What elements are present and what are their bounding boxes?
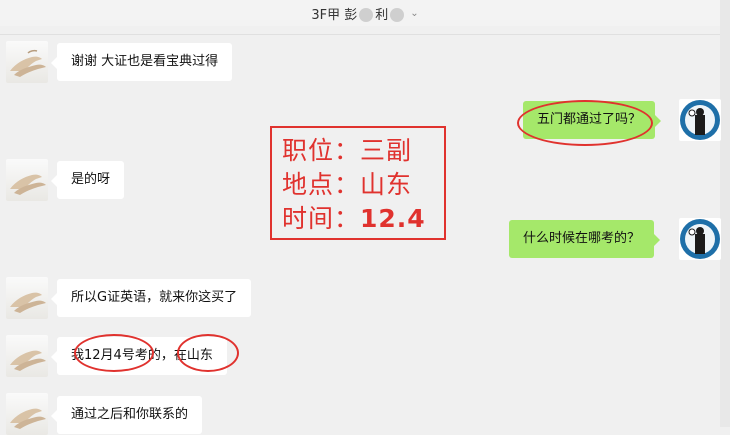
profile-badge-icon: [680, 100, 720, 140]
contact-avatar[interactable]: [6, 159, 48, 201]
annotation-value: 12.4: [360, 204, 426, 233]
annotation-value: 三副: [360, 136, 413, 165]
hands-icon: [10, 49, 46, 77]
message-bubble-incoming[interactable]: 所以G证英语，就来你这买了: [50, 279, 252, 317]
chat-title: 3F甲 彭 利: [311, 4, 406, 23]
contact-avatar[interactable]: [6, 41, 48, 83]
message-text: 五门都通过了吗？: [537, 112, 642, 127]
annotation-line-time: 时间：12.4: [282, 202, 434, 236]
chevron-down-icon[interactable]: ⌄: [410, 8, 418, 19]
message-bubble-incoming[interactable]: 是的呀: [50, 161, 125, 199]
hands-icon: [10, 292, 46, 313]
annotation-label: 职位：: [282, 136, 361, 165]
message-text: 通过之后和你联系的: [71, 407, 189, 422]
chat-header[interactable]: 3F甲 彭 利 ⌄: [0, 0, 730, 26]
message-text: 什么时候在哪考的？: [523, 231, 641, 246]
hands-icon: [10, 174, 46, 195]
message-bubble-incoming[interactable]: 通过之后和你联系的: [50, 396, 203, 434]
annotation-label: 地点：: [282, 170, 361, 199]
message-text: 谢谢 大证也是看宝典过得: [71, 54, 219, 69]
header-divider: [0, 34, 720, 35]
annotation-line-location: 地点：山东: [282, 168, 434, 202]
message-bubble-outgoing[interactable]: 五门都通过了吗？: [523, 101, 662, 139]
hands-icon: [10, 408, 46, 429]
hands-icon: [10, 350, 46, 371]
message-text: 所以G证英语，就来你这买了: [71, 290, 238, 305]
annotation-value: 山东: [360, 170, 413, 199]
message-bubble-incoming[interactable]: 谢谢 大证也是看宝典过得: [50, 43, 233, 81]
chat-title-part-a: 3F甲 彭: [311, 7, 358, 23]
my-avatar[interactable]: [679, 99, 721, 141]
message-text: 我12月4号考的，在山东: [71, 348, 213, 363]
annotation-label: 时间：: [282, 204, 361, 233]
blurred-name-segment: [359, 8, 374, 22]
contact-avatar[interactable]: [6, 393, 48, 435]
message-bubble-outgoing[interactable]: 什么时候在哪考的？: [509, 220, 661, 258]
blurred-name-segment-2: [390, 8, 405, 22]
contact-avatar[interactable]: [6, 277, 48, 319]
chat-title-part-b: 利: [375, 7, 389, 23]
contact-avatar[interactable]: [6, 335, 48, 377]
message-text: 是的呀: [71, 172, 111, 187]
annotation-box: 职位：三副 地点：山东 时间：12.4: [270, 126, 446, 240]
scrollbar[interactable]: [720, 0, 730, 427]
profile-badge-icon: [680, 219, 720, 259]
annotation-line-position: 职位：三副: [282, 134, 434, 168]
message-bubble-incoming[interactable]: 我12月4号考的，在山东: [51, 337, 227, 375]
my-avatar[interactable]: [679, 218, 721, 260]
